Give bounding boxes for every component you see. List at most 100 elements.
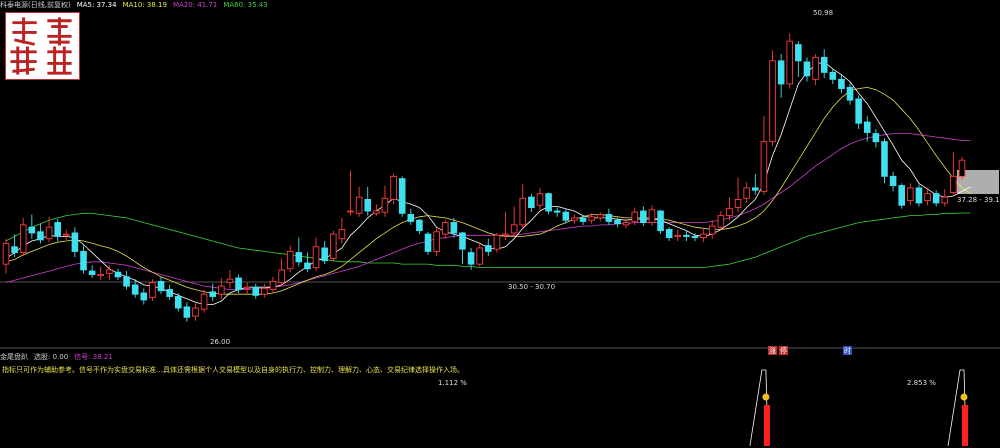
candle <box>123 271 130 290</box>
candle <box>88 265 96 278</box>
candle <box>398 176 406 217</box>
candle-body <box>2 242 10 265</box>
ma-lines <box>5 61 971 306</box>
candle <box>872 128 880 148</box>
candle-body <box>795 44 802 62</box>
candle-body <box>459 232 466 250</box>
candle <box>355 186 363 217</box>
candle-body <box>674 234 682 237</box>
candle-body <box>657 210 664 232</box>
candle-body <box>433 231 440 252</box>
candle <box>278 258 285 287</box>
candle-body <box>97 274 105 277</box>
candle-body <box>752 187 759 191</box>
candle <box>812 53 819 86</box>
candle <box>71 227 79 258</box>
candle <box>62 229 70 240</box>
candle <box>795 41 802 77</box>
candle <box>97 266 105 281</box>
candle <box>838 74 845 94</box>
candle-body <box>717 215 725 228</box>
candle-body <box>941 196 949 204</box>
candle <box>657 209 664 235</box>
signal-bar <box>763 405 770 446</box>
candle <box>312 237 320 272</box>
candle <box>476 242 483 267</box>
candle <box>752 174 759 195</box>
indicator-header: 金尾盘趴 选股: 0.00 信号: 38.21 <box>0 352 113 362</box>
mid-label: 30.50 - 30.70 <box>508 283 555 291</box>
candle-body <box>605 214 613 222</box>
candle-body <box>708 225 716 235</box>
candle-body <box>19 224 27 254</box>
candle-body <box>907 187 914 202</box>
candle-body <box>536 193 544 206</box>
candle-body <box>11 246 18 254</box>
candle-body <box>321 247 328 262</box>
candle <box>510 206 518 238</box>
candle-body <box>62 233 70 236</box>
time-marker-text: 时 <box>844 346 851 355</box>
candle-body <box>45 226 53 240</box>
candle-body <box>261 287 268 295</box>
candle <box>553 207 561 217</box>
candle-body <box>235 277 242 291</box>
candle <box>37 223 44 244</box>
candle <box>261 283 268 298</box>
candle <box>915 184 923 207</box>
candle-body <box>467 252 475 265</box>
candle <box>2 238 10 274</box>
candle-body <box>347 210 354 213</box>
indicator-param: 选股: 0.00 <box>34 353 69 361</box>
candle-body <box>209 291 216 297</box>
candle <box>45 216 53 243</box>
peak2-label: 2.853 % <box>907 379 936 387</box>
candle <box>545 192 552 215</box>
candle-body <box>312 246 320 269</box>
candle <box>226 269 234 289</box>
ma20-line <box>5 133 971 291</box>
candle <box>907 183 914 206</box>
candle-body <box>106 269 113 274</box>
candle <box>700 228 707 243</box>
signal-bar <box>962 405 968 446</box>
candle-body <box>596 214 604 219</box>
candle <box>519 184 527 229</box>
candle <box>321 241 328 265</box>
candle-body <box>855 98 862 124</box>
candle-body <box>958 159 966 177</box>
candle-body <box>243 286 251 289</box>
candle-body <box>183 306 191 318</box>
candle <box>218 278 225 299</box>
candle <box>820 49 828 79</box>
candle-body <box>149 282 156 299</box>
candle-body <box>407 214 415 222</box>
candle-body <box>373 210 380 214</box>
candle-body <box>579 217 587 222</box>
range-label: 37.28 - 39.13 <box>957 196 1000 204</box>
candle-body <box>760 141 768 192</box>
candle <box>114 268 122 281</box>
candle-body <box>476 247 483 265</box>
candle <box>640 206 647 227</box>
candle-body <box>622 222 630 226</box>
candle <box>881 138 888 184</box>
candle-body <box>54 222 61 237</box>
candle-body <box>553 210 561 213</box>
candle <box>269 276 277 294</box>
peak1-label: 1.112 % <box>438 379 467 387</box>
candle-body <box>286 250 294 270</box>
candle <box>648 205 656 227</box>
candle-body <box>278 269 285 284</box>
candle <box>441 220 449 239</box>
candle-body <box>571 217 578 221</box>
ma10-line <box>5 86 971 295</box>
candle-body <box>700 233 707 239</box>
candle <box>958 156 966 180</box>
candle <box>149 279 156 302</box>
candle-body <box>950 175 957 193</box>
candle-body <box>381 197 389 213</box>
candle-body <box>226 278 234 284</box>
candles <box>2 33 966 322</box>
candle-body <box>631 211 639 222</box>
